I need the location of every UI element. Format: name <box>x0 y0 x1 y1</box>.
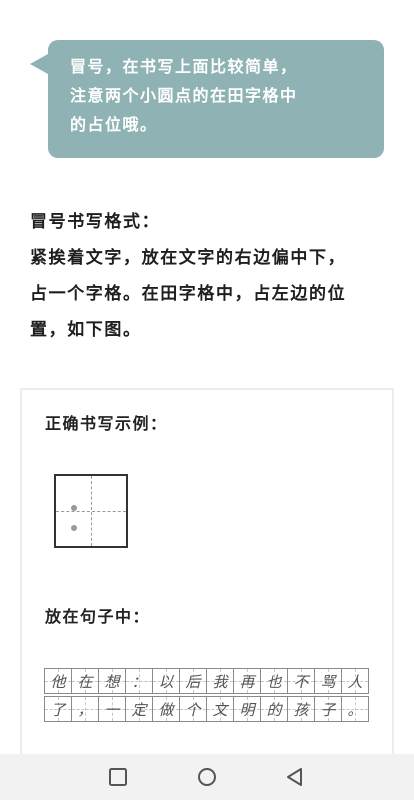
grid-cell: 定 <box>126 697 153 721</box>
android-navigation-bar <box>0 754 414 800</box>
colon-lower-dot <box>71 525 77 531</box>
grid-cell: 孩 <box>288 697 315 721</box>
grid-cell-character: 人 <box>347 672 363 691</box>
writing-grid-row-1: 他在想 ： 以后我再也不骂人 <box>44 668 369 694</box>
grid-cell-character: 不 <box>293 672 309 691</box>
writing-grid-row-2: 了 ， 一定做个文明的孩子。 <box>44 696 369 722</box>
grid-cell-character: 的 <box>266 700 282 719</box>
example-card: 正确书写示例： 放在句子中： 他在想 ： 以后我再也不骂人 了 ， 一定做个文明的孩子。 <box>20 388 394 800</box>
grid-cell-character: 孩 <box>293 700 309 719</box>
grid-cell-character: 明 <box>239 700 255 719</box>
grid-cell: 做 <box>153 697 180 721</box>
recent-apps-square-icon[interactable] <box>107 766 129 788</box>
grid-cell-character: 也 <box>266 672 282 691</box>
format-title: 冒号书写格式： <box>30 212 161 232</box>
grid-cell: 了 <box>45 697 72 721</box>
grid-cell: 的 <box>261 697 288 721</box>
grid-cell-character: 子 <box>320 700 336 719</box>
grid-cell-character: 他 <box>50 672 66 691</box>
bubble-text-line-3: 的占位哦。 <box>70 115 158 134</box>
grid-cell: 以 <box>153 669 180 693</box>
tianzige-colon-example <box>54 474 128 548</box>
grid-cell-character: 以 <box>158 672 174 691</box>
grid-cell-character: 个 <box>185 700 201 719</box>
grid-cell-character: 文 <box>212 700 228 719</box>
grid-cell: 后 <box>180 669 207 693</box>
grid-cell: 也 <box>261 669 288 693</box>
grid-cell: 一 <box>99 697 126 721</box>
grid-cell: 想 <box>99 669 126 693</box>
home-circle-icon[interactable] <box>196 766 218 788</box>
grid-cell: 人 <box>342 669 369 693</box>
grid-cell-character: 定 <box>131 700 147 719</box>
colon-upper-dot <box>71 505 77 511</box>
grid-cell: 个 <box>180 697 207 721</box>
grid-cell: ， <box>72 697 99 721</box>
grid-cell-character: 了 <box>50 700 66 719</box>
grid-cell-character: 后 <box>185 672 201 691</box>
grid-cell-character: ， <box>77 700 93 719</box>
back-triangle-icon[interactable] <box>284 766 306 788</box>
grid-cell-character: 再 <box>239 672 255 691</box>
grid-cell: 文 <box>207 697 234 721</box>
grid-cell: 再 <box>234 669 261 693</box>
grid-cell-character: 。 <box>347 700 363 719</box>
sentence-example-heading: 放在句子中： <box>45 607 151 626</box>
format-text-line-2: 占一个字格。在田字格中，占左边的位 <box>30 284 347 304</box>
grid-cell: 明 <box>234 697 261 721</box>
grid-cell: 不 <box>288 669 315 693</box>
speech-bubble: 冒号，在书写上面比较简单， 注意两个小圆点的在田字格中 的占位哦。 <box>30 40 384 158</box>
grid-cell: 我 <box>207 669 234 693</box>
grid-cell: 在 <box>72 669 99 693</box>
bubble-text-line-1: 冒号，在书写上面比较简单， <box>70 57 298 76</box>
grid-cell: 子 <box>315 697 342 721</box>
format-text-line-3: 置，如下图。 <box>30 320 142 340</box>
grid-cell-character: 一 <box>104 700 120 719</box>
grid-cell: 他 <box>45 669 72 693</box>
grid-cell-character: 骂 <box>320 672 336 691</box>
correct-example-heading: 正确书写示例： <box>45 414 168 433</box>
grid-cell-character: 想 <box>104 672 120 691</box>
format-text-line-1: 紧挨着文字，放在文字的右边偏中下， <box>30 248 347 268</box>
grid-cell-character: ： <box>131 672 147 691</box>
grid-cell-character: 我 <box>212 672 228 691</box>
grid-cell: ： <box>126 669 153 693</box>
grid-cell-character: 在 <box>77 672 93 691</box>
grid-cell: 。 <box>342 697 369 721</box>
format-description: 冒号书写格式： 紧挨着文字，放在文字的右边偏中下， 占一个字格。在田字格中，占左… <box>30 204 390 348</box>
grid-cell: 骂 <box>315 669 342 693</box>
grid-cell-character: 做 <box>158 700 174 719</box>
tian-grid-vertical-guide <box>91 476 92 546</box>
bubble-text-line-2: 注意两个小圆点的在田字格中 <box>70 86 298 105</box>
